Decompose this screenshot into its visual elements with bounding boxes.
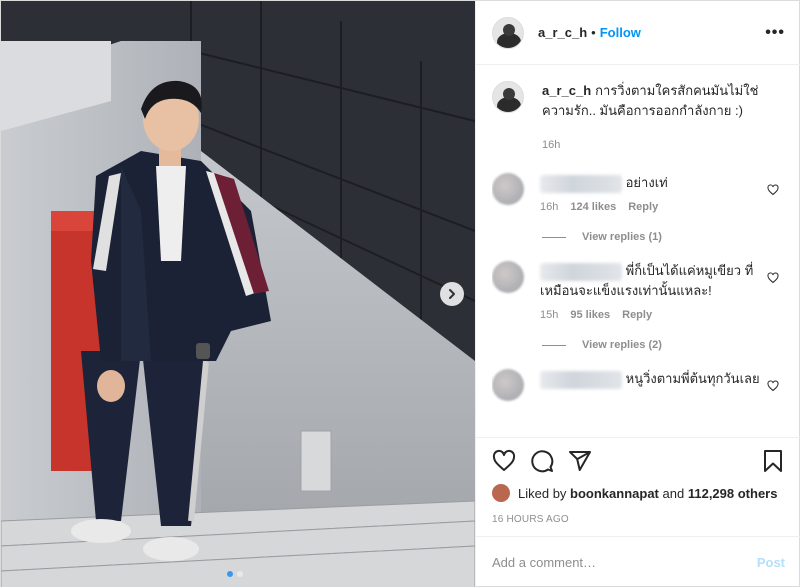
post-caption: a_r_c_h การวิ่งตามใครสักคนมันไม่ใช่ความรั… [492,81,789,155]
liked-by-label: Liked by [518,485,567,501]
comment-text: อย่างเท่ [625,175,668,190]
post-timestamp[interactable]: 16 HOURS AGO [492,514,785,525]
like-comment-icon[interactable] [767,379,779,397]
author-avatar[interactable] [492,16,524,49]
view-replies-label: View replies (1) [582,231,662,243]
likes-and-label: and [662,485,685,501]
reply-button[interactable]: Reply [628,201,658,213]
replies-divider [542,236,566,238]
bookmark-icon[interactable] [761,449,785,473]
comments-list[interactable]: a_r_c_h การวิ่งตามใครสักคนมันไม่ใช่ความรั… [492,81,789,436]
chevron-right-icon [449,289,455,299]
view-replies-button[interactable]: View replies (1) [542,231,789,243]
caption-username[interactable]: a_r_c_h [542,83,591,98]
comment-icon[interactable] [530,449,554,473]
reply-button[interactable]: Reply [622,309,652,321]
likes-count[interactable]: 112,298 others [688,486,778,501]
comment-item: อย่างเท่ 16h 124 likes Reply [492,173,789,213]
post-modal: a_r_c_h • Follow ••• a_r_c_h การวิ่งตามใค… [0,0,800,587]
header-separator: • [591,25,596,40]
author-avatar-image [493,17,523,48]
post-actions-area: Liked by boonkannapat and 112,298 others… [476,437,800,525]
comment-age[interactable]: 16h [540,201,558,213]
commenter-avatar[interactable] [492,261,524,293]
replies-divider [542,344,566,346]
comment-likes[interactable]: 124 likes [570,201,616,213]
add-comment-bar: Post [476,536,800,587]
caption-avatar[interactable] [492,81,524,113]
like-comment-icon[interactable] [767,183,779,201]
post-side-panel: a_r_c_h • Follow ••• a_r_c_h การวิ่งตามใค… [475,1,800,587]
liker-username[interactable]: boonkannapat [570,486,659,501]
comment-age[interactable]: 15h [540,309,558,321]
view-replies-button[interactable]: View replies (2) [542,339,789,351]
action-bar [492,438,785,484]
photo-illustration [1,1,475,587]
author-username[interactable]: a_r_c_h [538,25,587,40]
caption-age[interactable]: 16h [542,135,772,155]
comment-input[interactable] [492,555,757,570]
comment-item: พี่ก็เป็นได้แค่หมูเขียว ที่เหมือนจะแข็งแ… [492,261,789,321]
commenter-avatar[interactable] [492,369,524,401]
commenter-name-redacted[interactable] [540,262,622,281]
comment-text: หนูวิ่งตามพี่ต้นทุกวันเลย [625,371,760,386]
post-comment-button[interactable]: Post [757,555,785,570]
comment-item: หนูวิ่งตามพี่ต้นทุกวันเลย [492,369,789,401]
follow-button[interactable]: Follow [600,25,641,40]
liker-avatar[interactable] [492,484,510,502]
commenter-name-redacted[interactable] [540,370,622,389]
comment-likes[interactable]: 95 likes [570,309,610,321]
post-header: a_r_c_h • Follow ••• [476,1,800,65]
carousel-indicator [227,571,243,577]
commenter-avatar[interactable] [492,173,524,205]
share-icon[interactable] [568,449,592,473]
post-photo[interactable] [1,1,475,587]
likes-summary: Liked by boonkannapat and 112,298 others [492,484,785,502]
like-comment-icon[interactable] [767,271,779,289]
view-replies-label: View replies (2) [582,339,662,351]
caption-avatar-image [493,82,523,112]
carousel-dot [237,571,243,577]
heart-icon[interactable] [492,449,516,473]
next-image-button[interactable] [440,282,464,306]
more-options-icon[interactable]: ••• [765,24,785,42]
carousel-dot [227,571,233,577]
commenter-name-redacted[interactable] [540,174,622,193]
